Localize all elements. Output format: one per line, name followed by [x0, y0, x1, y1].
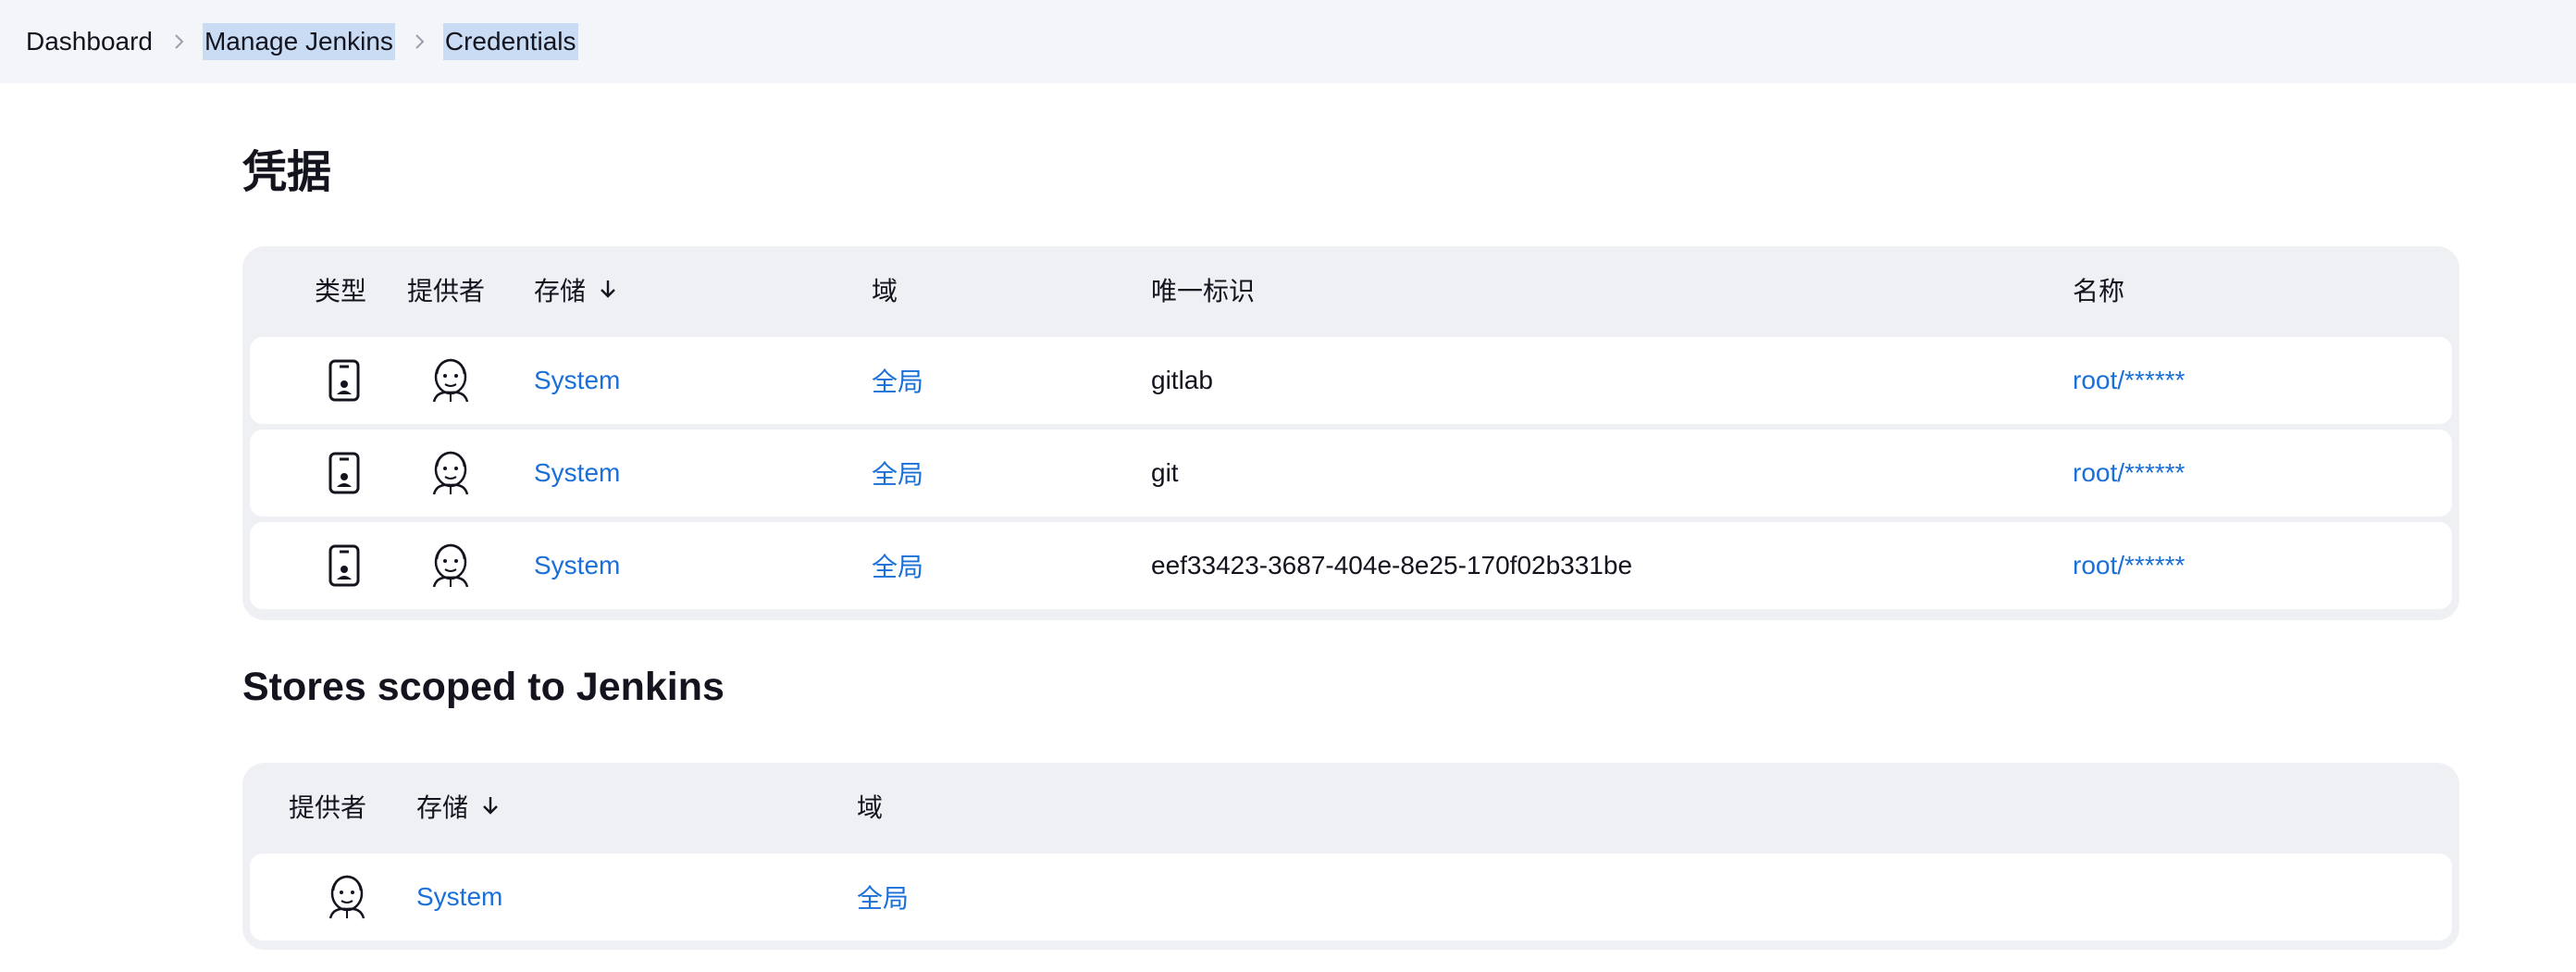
jenkins-icon	[326, 854, 368, 941]
table-header: 类型 提供者 存储 域 唯一标识 名称	[250, 246, 2452, 337]
arrow-down-icon	[479, 763, 502, 854]
jenkins-icon	[429, 430, 472, 517]
domain-link[interactable]: 全局	[872, 547, 923, 584]
header-domain: 域	[872, 277, 898, 305]
table-header: 提供者 存储 域	[250, 763, 2452, 854]
jenkins-icon	[429, 522, 472, 609]
credential-id: gitlab	[1151, 366, 1213, 394]
mobile-badge-icon	[328, 337, 361, 424]
breadcrumb-manage-jenkins[interactable]: Manage Jenkins	[202, 23, 395, 60]
credential-name-link[interactable]: root/******	[2073, 366, 2185, 395]
credentials-table: 类型 提供者 存储 域 唯一标识 名称 System 全局 gitlab roo…	[242, 246, 2459, 620]
credential-id: eef33423-3687-404e-8e25-170f02b331be	[1151, 551, 1633, 579]
stores-table: 提供者 存储 域 System 全局	[242, 763, 2459, 950]
chevron-right-icon	[395, 32, 443, 51]
header-name: 名称	[2073, 277, 2125, 305]
breadcrumb-credentials[interactable]: Credentials	[442, 23, 578, 60]
credential-name-link[interactable]: root/******	[2073, 458, 2185, 488]
mobile-badge-icon	[328, 522, 361, 609]
arrow-down-icon	[597, 246, 619, 337]
header-domain: 域	[857, 793, 884, 822]
table-row: System 全局	[250, 854, 2452, 941]
table-row: System 全局 eef33423-3687-404e-8e25-170f02…	[250, 522, 2452, 609]
store-link[interactable]: System	[534, 366, 620, 395]
domain-link[interactable]: 全局	[872, 455, 923, 492]
header-id: 唯一标识	[1151, 277, 1256, 305]
header-store[interactable]: 存储	[534, 246, 619, 337]
mobile-badge-icon	[328, 430, 361, 517]
breadcrumb-dashboard[interactable]: Dashboard	[24, 23, 155, 60]
domain-link[interactable]: 全局	[857, 879, 909, 916]
header-provider: 提供者	[289, 793, 367, 822]
page-title: 凭据	[242, 148, 332, 197]
domain-link[interactable]: 全局	[872, 362, 923, 399]
store-link[interactable]: System	[416, 882, 502, 912]
header-provider: 提供者	[407, 277, 486, 305]
chevron-right-icon	[155, 32, 203, 51]
breadcrumb: Dashboard Manage Jenkins Credentials	[0, 0, 2576, 83]
table-row: System 全局 git root/******	[250, 430, 2452, 517]
table-row: System 全局 gitlab root/******	[250, 337, 2452, 424]
credential-id: git	[1151, 458, 1179, 487]
header-type: 类型	[315, 277, 367, 305]
store-link[interactable]: System	[534, 551, 620, 580]
section-title: Stores scoped to Jenkins	[242, 665, 724, 709]
jenkins-icon	[429, 337, 472, 424]
header-store[interactable]: 存储	[416, 763, 502, 854]
credential-name-link[interactable]: root/******	[2073, 551, 2185, 580]
store-link[interactable]: System	[534, 458, 620, 488]
